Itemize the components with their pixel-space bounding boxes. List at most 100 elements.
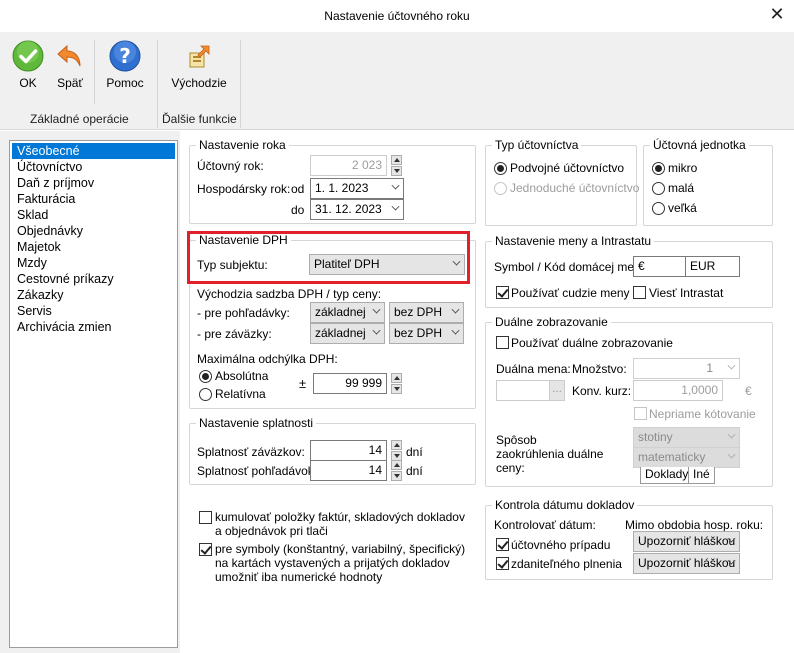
nav-item-majetok[interactable]: Majetok [12,239,175,255]
liabilities-price-type-select[interactable]: bez DPH [389,323,464,344]
dual-currency-browse-button[interactable]: ... [549,380,565,401]
nav-item-mzdy[interactable]: Mzdy [12,255,175,271]
ribbon-group-separator [240,40,241,128]
currency-code-input[interactable]: EUR [685,256,740,277]
chevron-down-icon [451,326,460,335]
quantity-label: Množstvo: [572,362,627,376]
single-entry-radio[interactable] [494,182,507,195]
rounding-method-select[interactable]: matematicky [633,447,740,468]
receivables-rate-value: základnej [315,305,366,319]
chevron-down-icon [372,305,381,314]
cumulate-items-checkbox[interactable] [199,511,212,524]
single-entry-label: Jednoduché účtovníctvo [510,181,640,195]
nav-item-uctovnictvo[interactable]: Účtovníctvo [12,159,175,175]
liabilities-due-spinner[interactable] [391,440,402,461]
liabilities-price-type-value: bez DPH [394,326,443,340]
help-button[interactable]: ? Pomoc [102,40,148,90]
max-deviation-input[interactable]: 99 999 [313,373,387,394]
receivables-rate-select[interactable]: základnej [310,302,385,323]
tab-ine[interactable]: Iné [688,467,715,484]
indirect-quote-label: Nepriame kótovanie [649,407,756,421]
nav-item-cestovne-prikazy[interactable]: Cestovné príkazy [12,271,175,287]
defaults-icon [189,45,210,68]
ribbon-group-more: Ďalšie funkcie [162,112,237,126]
nav-item-vseobecne[interactable]: Všeobecné [12,143,175,159]
year-settings-legend: Nastavenie roka [199,138,286,152]
title-bar: Nastavenie účtovného roku ✕ [0,0,794,32]
chevron-down-icon [391,202,400,211]
relative-label: Relatívna [215,387,266,401]
cumulate-items-label: kumulovať položky faktúr, skladových dok… [215,510,465,538]
double-entry-radio[interactable] [494,162,507,175]
liabilities-rate-select[interactable]: základnej [310,323,385,344]
check-date-label: Kontrolovať dátum: [494,518,596,532]
relative-radio[interactable] [199,388,212,401]
fiscal-year-spinner[interactable] [391,155,402,176]
chevron-down-icon [727,430,736,439]
from-date-picker[interactable]: 1. 1. 2023 [310,178,404,199]
max-deviation-spinner[interactable] [391,373,402,394]
liabilities-due-label: Splatnosť záväzkov: [197,445,305,459]
dual-currency-input[interactable] [496,380,550,401]
ribbon-group-basic: Základné operácie [30,112,129,126]
receivables-due-input[interactable]: 14 [310,460,387,481]
help-icon: ? [109,40,141,72]
to-date-value: 31. 12. 2023 [315,202,382,216]
dual-display-checkbox[interactable] [496,336,509,349]
accounting-date-action-select[interactable]: Upozorniť hláškou [633,531,740,552]
svg-text:?: ? [119,44,131,68]
liabilities-due-input[interactable]: 14 [310,440,387,461]
back-button[interactable]: Späť [52,40,88,90]
numeric-symbols-checkbox[interactable] [199,543,212,556]
ok-button[interactable]: OK [8,40,48,90]
taxable-date-action-value: Upozorniť hláškou [638,556,736,570]
taxable-date-checkbox[interactable] [496,557,509,570]
nav-item-servis[interactable]: Servis [12,303,175,319]
dual-display-legend: Duálne zobrazovanie [495,315,608,329]
foreign-currency-checkbox[interactable] [496,286,509,299]
tab-doklady[interactable]: Doklady [640,467,694,484]
quantity-value: 1 [706,361,713,375]
double-entry-label: Podvojné účtovníctvo [510,161,625,175]
micro-radio[interactable] [652,162,665,175]
quantity-select[interactable]: 1 [633,358,740,379]
nav-item-dan-z-prijmov[interactable]: Daň z príjmov [12,175,175,191]
absolute-radio[interactable] [199,370,212,383]
currency-symbol-input[interactable]: € [633,256,686,277]
conversion-rate-label: Konv. kurz: [572,384,632,398]
receivables-due-spinner[interactable] [391,460,402,481]
large-radio[interactable] [652,202,665,215]
dual-currency-label: Duálna mena: [496,362,571,376]
micro-label: mikro [668,161,698,175]
taxable-date-action-select[interactable]: Upozorniť hláškou [633,553,740,574]
small-radio[interactable] [652,182,665,195]
fiscal-year-input[interactable]: 2 023 [310,155,387,176]
accounting-date-checkbox[interactable] [496,538,509,551]
accounting-unit-legend: Účtovná jednotka [653,138,746,152]
nav-item-zakazky[interactable]: Zákazky [12,287,175,303]
ribbon: OK Späť ? Pomoc Východzie Základné operá… [0,32,794,130]
nav-item-archivacia-zmien[interactable]: Archivácia zmien [12,319,175,335]
from-label: od [291,182,305,196]
nav-item-objednavky[interactable]: Objednávky [12,223,175,239]
to-date-picker[interactable]: 31. 12. 2023 [310,199,404,220]
close-icon[interactable]: ✕ [764,4,790,28]
conversion-rate-input[interactable]: 1,0000 [633,380,723,401]
window-title: Nastavenie účtovného roku [324,9,470,23]
defaults-button[interactable]: Východzie [166,40,232,90]
indirect-quote-checkbox[interactable] [634,407,647,420]
liabilities-label: - pre záväzky: [197,327,272,341]
max-deviation-label: Maximálna odchýlka DPH: [197,352,338,366]
category-list[interactable]: Všeobecné Účtovníctvo Daň z príjmov Fakt… [9,140,178,648]
nav-item-sklad[interactable]: Sklad [12,207,175,223]
taxable-date-label: zdaniteľného plnenia [511,557,622,571]
receivables-price-type-select[interactable]: bez DPH [389,302,464,323]
accounting-type-legend: Typ účtovníctva [495,138,579,152]
currency-symbol-label: Symbol / Kód domácej meny: [494,260,651,274]
nav-item-fakturacia[interactable]: Fakturácia [12,191,175,207]
intrastat-checkbox[interactable] [633,286,646,299]
outside-year-label: Mimo obdobia hosp. roku: [625,518,764,532]
accounting-date-action-value: Upozorniť hláškou [638,534,736,548]
rounding-precision-select[interactable]: stotiny [633,427,740,448]
currency-legend: Nastavenie meny a Intrastatu [495,234,652,248]
